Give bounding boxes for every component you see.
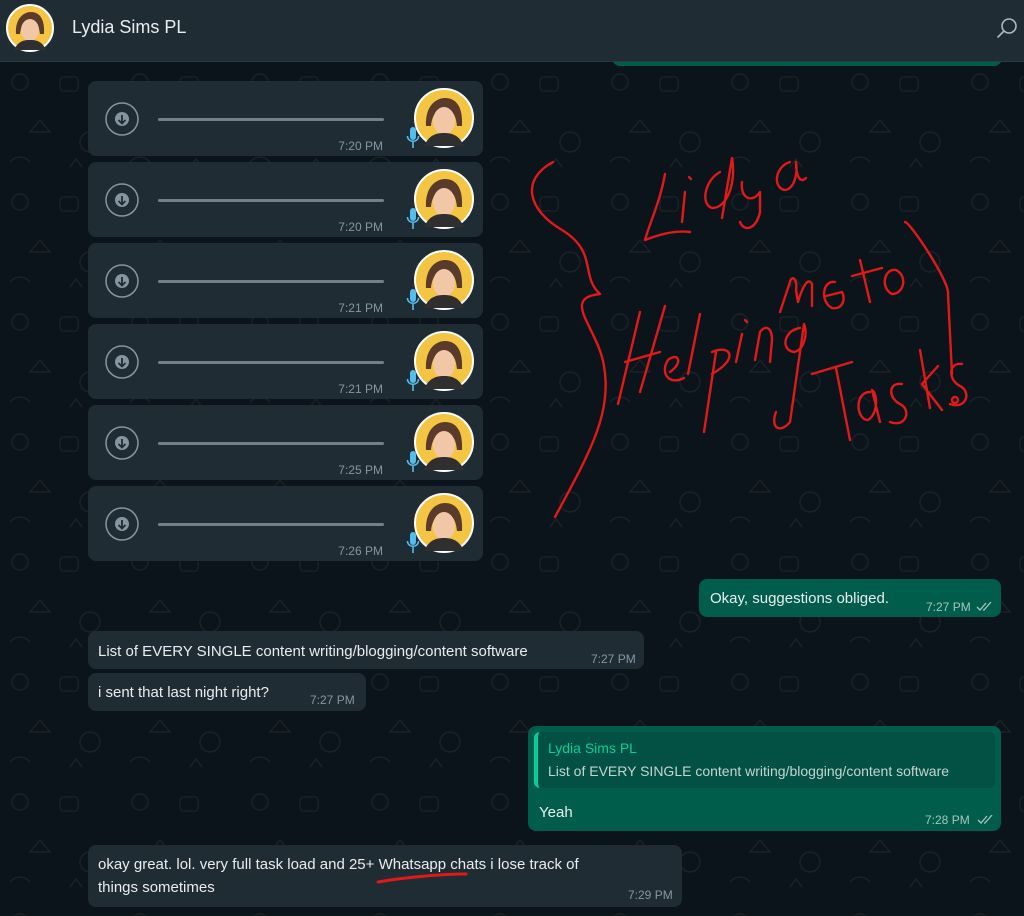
incoming-message[interactable]: i sent that last night right? 7:27 PM [88,673,366,711]
message-time: 7:27 PM [926,600,971,614]
message-list[interactable]: 7:20 PM 7:20 PM 7:21 PM 7:21 PM 7:25 PM 7:26 … [0,62,1024,916]
quoted-author: Lydia Sims PL [548,740,637,756]
download-icon[interactable] [105,345,139,379]
incoming-message[interactable]: okay great. lol. very full task load and… [88,845,682,907]
audio-progress-track[interactable] [158,361,384,364]
microphone-icon [406,127,420,148]
download-icon[interactable] [105,264,139,298]
outgoing-message[interactable]: Okay, suggestions obliged. 7:27 PM [699,579,1001,617]
message-text: Yeah [539,804,573,821]
audio-progress-track[interactable] [158,280,384,283]
audio-progress-track[interactable] [158,199,384,202]
sender-avatar [414,331,474,391]
message-time: 7:26 PM [338,544,383,558]
contact-avatar[interactable] [6,4,54,52]
sender-avatar [414,412,474,472]
message-text-line-2: things sometimes [98,879,215,896]
quoted-message[interactable]: Lydia Sims PL List of EVERY SINGLE conte… [534,732,995,788]
voice-message[interactable]: 7:26 PM [88,486,483,561]
microphone-icon [406,532,420,553]
message-time: 7:20 PM [338,139,383,153]
download-icon[interactable] [105,102,139,136]
message-text: Okay, suggestions obliged. [710,590,889,607]
audio-progress-track[interactable] [158,442,384,445]
incoming-message[interactable]: List of EVERY SINGLE content writing/blo… [88,631,644,669]
message-time: 7:21 PM [338,382,383,396]
microphone-icon [406,451,420,472]
sender-avatar [414,88,474,148]
message-time: 7:21 PM [338,301,383,315]
audio-progress-track[interactable] [158,118,384,121]
sender-avatar [414,169,474,229]
message-time: 7:28 PM [925,813,970,827]
voice-message[interactable]: 7:20 PM [88,162,483,237]
audio-progress-track[interactable] [158,523,384,526]
double-check-icon [976,602,992,611]
voice-message[interactable]: 7:25 PM [88,405,483,480]
message-text-line-1: okay great. lol. very full task load and… [98,856,579,873]
download-icon[interactable] [105,507,139,541]
voice-message[interactable]: 7:21 PM [88,243,483,318]
chat-header: Lydia Sims PL [0,0,1024,62]
sender-avatar [414,493,474,553]
double-check-icon [977,815,993,824]
message-time: 7:29 PM [628,888,673,902]
message-text: i sent that last night right? [98,684,269,701]
download-icon[interactable] [105,183,139,217]
search-icon[interactable] [996,16,1020,40]
message-time: 7:25 PM [338,463,383,477]
quoted-text: List of EVERY SINGLE content writing/blo… [548,763,950,779]
download-icon[interactable] [105,426,139,460]
microphone-icon [406,208,420,229]
message-time: 7:27 PM [591,652,636,666]
outgoing-reply-message[interactable]: Lydia Sims PL List of EVERY SINGLE conte… [528,726,1001,831]
voice-message[interactable]: 7:21 PM [88,324,483,399]
microphone-icon [406,289,420,310]
contact-name[interactable]: Lydia Sims PL [72,17,186,38]
message-time: 7:27 PM [310,693,355,707]
previous-message-tail [612,62,1002,66]
microphone-icon [406,370,420,391]
sender-avatar [414,250,474,310]
message-time: 7:20 PM [338,220,383,234]
voice-message[interactable]: 7:20 PM [88,81,483,156]
message-text: List of EVERY SINGLE content writing/blo… [98,643,528,660]
